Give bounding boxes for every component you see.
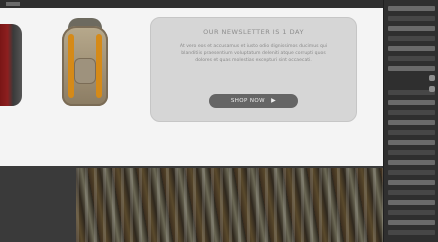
- panel-row[interactable]: [388, 16, 435, 21]
- panel-row[interactable]: [388, 200, 435, 205]
- play-arrow-icon: ▶: [271, 97, 277, 104]
- panel-row[interactable]: [388, 90, 435, 95]
- card-title: OUR NEWSLETTER IS 1 DAY: [203, 28, 304, 36]
- backpack-left-image: [0, 24, 22, 106]
- backpack-pocket: [74, 58, 96, 84]
- web-mockup-canvas: OUR NEWSLETTER IS 1 DAY At vero eos et a…: [0, 0, 383, 167]
- shop-now-label: SHOP NOW: [230, 98, 265, 104]
- backpack-strap-right: [96, 34, 102, 98]
- panel-row[interactable]: [388, 190, 435, 195]
- panel-row[interactable]: [388, 130, 435, 135]
- panel-row[interactable]: [388, 66, 435, 71]
- panel-row[interactable]: [388, 150, 435, 155]
- panel-row[interactable]: [388, 110, 435, 115]
- panel-row[interactable]: [388, 100, 435, 105]
- panel-row[interactable]: [388, 230, 435, 235]
- layers-panel: [383, 0, 438, 242]
- panel-toggle-icon[interactable]: [429, 75, 435, 81]
- panel-row[interactable]: [388, 180, 435, 185]
- panel-row[interactable]: [388, 6, 435, 11]
- backpack-right-image: [56, 18, 114, 108]
- panel-row[interactable]: [388, 210, 435, 215]
- newsletter-card: OUR NEWSLETTER IS 1 DAY At vero eos et a…: [150, 17, 357, 122]
- top-strip-accent: [6, 2, 20, 6]
- panel-row[interactable]: [388, 220, 435, 225]
- panel-row[interactable]: [388, 56, 435, 61]
- panel-row[interactable]: [388, 26, 435, 31]
- panel-toggle-icon[interactable]: [429, 86, 435, 92]
- panel-row[interactable]: [388, 36, 435, 41]
- panel-row[interactable]: [388, 46, 435, 51]
- forest-texture-image: [76, 168, 383, 242]
- panel-row[interactable]: [388, 160, 435, 165]
- panel-row[interactable]: [388, 140, 435, 145]
- shop-now-button[interactable]: SHOP NOW ▶: [209, 94, 298, 108]
- panel-row[interactable]: [388, 120, 435, 125]
- mockup-top-strip: [0, 0, 383, 8]
- card-body-text: At vero eos et accusamus et iusto odio d…: [179, 44, 328, 63]
- panel-row[interactable]: [388, 170, 435, 175]
